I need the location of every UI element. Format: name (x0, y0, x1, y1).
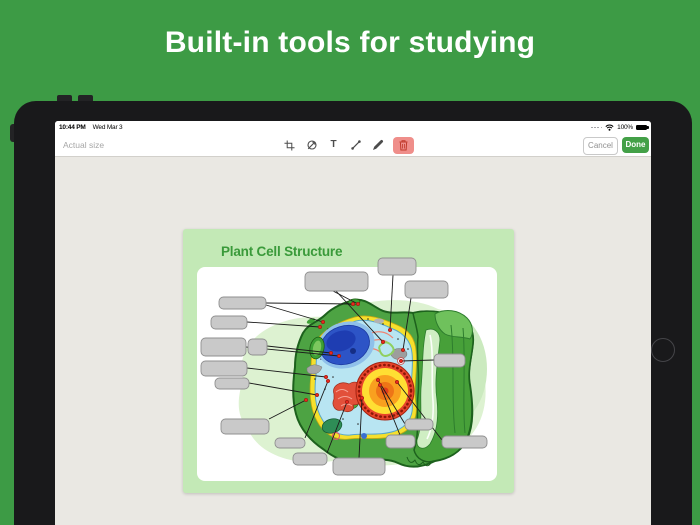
cellular-signal-icon (591, 126, 603, 129)
wifi-icon (605, 124, 614, 131)
figure-label-box (218, 296, 267, 310)
home-button[interactable] (651, 338, 675, 362)
figure-label-box (332, 457, 386, 476)
figure-label-box (377, 257, 417, 276)
ipad-screen: 10:44 PM Wed Mar 3 100% Actual size T Ca… (55, 121, 651, 525)
figure-label-box (404, 280, 449, 299)
status-time: 10:44 PM (59, 124, 86, 131)
crop-icon[interactable] (283, 139, 296, 152)
figure-label-box (247, 338, 268, 356)
done-button[interactable]: Done (622, 136, 649, 153)
figure-label-box (274, 437, 306, 449)
status-bar: 10:44 PM Wed Mar 3 100% (55, 121, 651, 134)
figure-title: Plant Cell Structure (221, 244, 343, 259)
ipad-device: 10:44 PM Wed Mar 3 100% Actual size T Ca… (14, 101, 692, 525)
text-tool-icon[interactable]: T (327, 139, 340, 152)
figure-label-box (292, 452, 328, 466)
battery-percent: 100% (617, 124, 633, 131)
rotate-icon[interactable] (305, 139, 318, 152)
hero-title: Built-in tools for studying (164, 26, 536, 59)
editor-canvas: Plant Cell Structure (55, 157, 651, 525)
figure-label-box (441, 435, 488, 449)
figure-label-box (200, 337, 247, 357)
markup-toolbar: Actual size T Cancel Done (55, 134, 651, 157)
delete-trash-icon[interactable] (393, 136, 414, 154)
pen-tool-icon[interactable] (371, 139, 384, 152)
battery-icon (636, 125, 649, 130)
zoom-level-label: Actual size (63, 140, 105, 150)
tool-group: T (283, 134, 414, 156)
status-date: Wed Mar 3 (92, 124, 123, 131)
figure-label-box (214, 377, 250, 390)
line-tool-icon[interactable] (349, 139, 362, 152)
figure-label-box (220, 418, 270, 435)
figure-label-box (304, 271, 369, 292)
toolbar-actions: Cancel Done (583, 136, 649, 155)
plant-cell-figure (200, 257, 488, 476)
cancel-button[interactable]: Cancel (583, 136, 618, 155)
figure-label-box (200, 360, 248, 377)
figure-label-box (404, 418, 434, 431)
figure-label-box (210, 315, 248, 330)
figure-label-box (433, 353, 466, 368)
study-image[interactable]: Plant Cell Structure (183, 229, 514, 493)
figure-label-box (385, 434, 416, 449)
